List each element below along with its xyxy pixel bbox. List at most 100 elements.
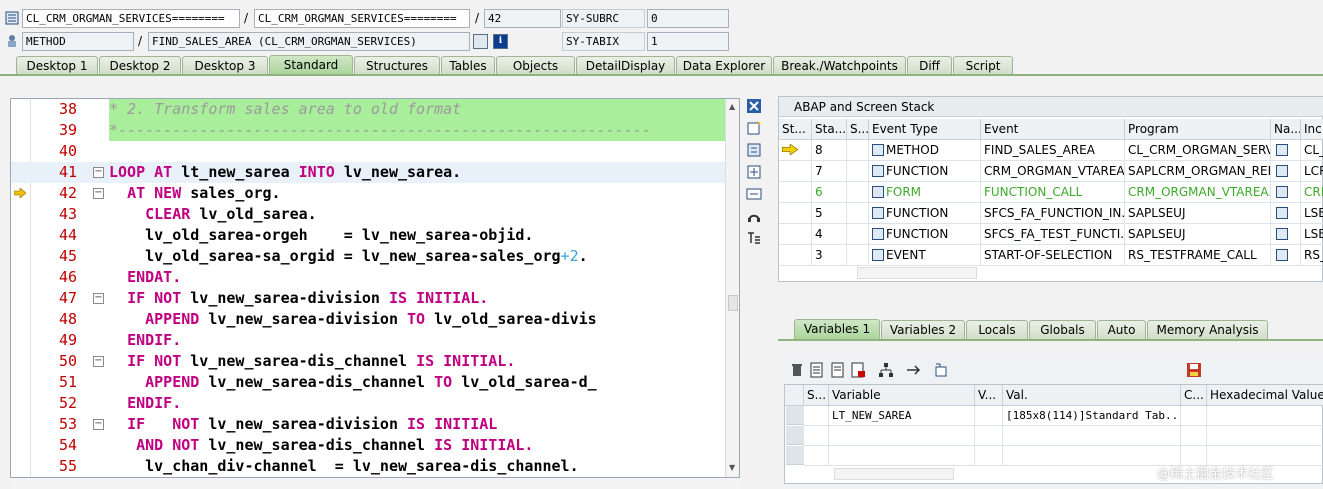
stack-event-cell[interactable]: FIND_SALES_AREA xyxy=(981,140,1125,161)
var-status-cell[interactable] xyxy=(804,446,829,466)
stack-column-header[interactable]: Program xyxy=(1125,119,1271,140)
stack-navigate-cell[interactable] xyxy=(1271,161,1301,182)
var-change-cell[interactable] xyxy=(1181,406,1207,426)
stack-include-cell[interactable]: LSE xyxy=(1301,224,1323,245)
code-line[interactable]: 54 AND NOT lv_new_sarea-dis_channel IS I… xyxy=(11,435,739,456)
row-selector[interactable] xyxy=(786,406,804,425)
stack-navigate-cell[interactable] xyxy=(1271,182,1301,203)
stack-level-cell[interactable]: 8 xyxy=(812,140,847,161)
tab-desktop-2[interactable]: Desktop 2 xyxy=(99,56,181,75)
var-value-cell[interactable] xyxy=(1003,426,1181,446)
tab-globals[interactable]: Globals xyxy=(1029,320,1096,340)
tab-script[interactable]: Script xyxy=(953,56,1013,75)
row-selector[interactable] xyxy=(786,426,804,445)
fold-toggle-icon[interactable]: − xyxy=(93,188,104,199)
navigate-icon[interactable] xyxy=(1276,228,1288,240)
navigate-icon[interactable] xyxy=(1276,249,1288,261)
code-line[interactable]: 51 APPEND lv_new_sarea-dis_channel TO lv… xyxy=(11,372,739,393)
stack-level-cell[interactable]: 6 xyxy=(812,182,847,203)
variables-column-header[interactable]: S... xyxy=(804,385,829,406)
tab-locals[interactable]: Locals xyxy=(966,320,1028,340)
stack-program-cell[interactable]: CRM_ORGMAN_VTAREA... xyxy=(1125,182,1271,203)
stack-active-cell[interactable] xyxy=(779,140,812,161)
var-status-cell[interactable] xyxy=(804,406,829,426)
code-line[interactable]: 47 − IF NOT lv_new_sarea-division IS INIT… xyxy=(11,288,739,309)
stack-include-cell[interactable]: LSE xyxy=(1301,203,1323,224)
variables-column-header[interactable]: V... xyxy=(975,385,1003,406)
stack-column-header[interactable]: Event xyxy=(981,119,1125,140)
var-hex-cell[interactable] xyxy=(1207,406,1323,426)
stack-screen-cell[interactable] xyxy=(847,224,869,245)
close-icon[interactable] xyxy=(746,98,762,114)
navigate-icon[interactable] xyxy=(1276,165,1288,177)
scroll-down-icon[interactable]: ▼ xyxy=(729,463,735,472)
stack-event-type-cell[interactable]: FUNCTION xyxy=(869,203,981,224)
stack-screen-cell[interactable] xyxy=(847,245,869,266)
delete-icon[interactable] xyxy=(789,362,805,378)
scroll-thumb[interactable] xyxy=(728,295,738,311)
stack-include-cell[interactable]: LCR xyxy=(1301,161,1323,182)
stack-level-cell[interactable]: 7 xyxy=(812,161,847,182)
var-version-cell[interactable] xyxy=(975,406,1003,426)
hierarchy-icon[interactable] xyxy=(878,362,894,378)
stack-program-cell[interactable]: SAPLCRM_ORGMAN_REP... xyxy=(1125,161,1271,182)
fold-toggle-icon[interactable]: − xyxy=(93,356,104,367)
tab-detaildisplay[interactable]: DetailDisplay xyxy=(576,56,675,75)
stack-program-cell[interactable]: CL_CRM_ORGMAN_SERV... xyxy=(1125,140,1271,161)
stack-program-cell[interactable]: RS_TESTFRAME_CALL xyxy=(1125,245,1271,266)
variables-column-header[interactable]: Variable xyxy=(829,385,975,406)
code-line[interactable]: 53 − IF NOT lv_new_sarea-division IS INIT… xyxy=(11,414,739,435)
var-version-cell[interactable] xyxy=(975,426,1003,446)
navigate-icon[interactable] xyxy=(1276,186,1288,198)
stack-event-cell[interactable]: SFCS_FA_FUNCTION_IN... xyxy=(981,203,1125,224)
code-line[interactable]: 43 CLEAR lv_old_sarea. xyxy=(11,204,739,225)
variables-column-header[interactable]: Val. xyxy=(1003,385,1181,406)
tab-objects[interactable]: Objects xyxy=(496,56,575,75)
display-source-icon[interactable] xyxy=(473,34,488,49)
stack-screen-cell[interactable] xyxy=(847,161,869,182)
stack-event-type-cell[interactable]: FORM xyxy=(869,182,981,203)
source-program-field[interactable]: CL_CRM_ORGMAN_SERVICES======== xyxy=(254,9,470,28)
sy-tabix-value[interactable]: 1 xyxy=(647,32,729,51)
select-all-corner[interactable] xyxy=(785,385,804,406)
var-name-cell[interactable] xyxy=(829,426,975,446)
scroll-up-icon[interactable]: ▲ xyxy=(729,102,735,111)
code-line[interactable]: 55 lv_chan_div-channel = lv_new_sarea-di… xyxy=(11,456,739,477)
var-name-cell[interactable]: LT_NEW_SAREA xyxy=(829,406,975,426)
row-selector[interactable] xyxy=(786,446,804,465)
info-icon[interactable]: i xyxy=(493,34,508,49)
var-value-cell[interactable] xyxy=(1003,446,1181,466)
stack-column-header[interactable]: St... xyxy=(779,119,812,140)
tab-variables-1[interactable]: Variables 1 xyxy=(794,319,880,340)
stack-active-cell[interactable] xyxy=(779,224,812,245)
stack-navigate-cell[interactable] xyxy=(1271,203,1301,224)
stack-column-header[interactable]: Sta... xyxy=(812,119,847,140)
stack-navigate-cell[interactable] xyxy=(1271,224,1301,245)
stack-level-cell[interactable]: 5 xyxy=(812,203,847,224)
stack-include-cell[interactable]: RS_ xyxy=(1301,245,1323,266)
stack-column-header[interactable]: Inc xyxy=(1301,119,1323,140)
fold-toggle-icon[interactable]: − xyxy=(93,419,104,430)
navigate-icon[interactable] xyxy=(1276,144,1288,156)
code-line[interactable]: 49 ENDIF. xyxy=(11,330,739,351)
stack-column-header[interactable]: S... xyxy=(847,119,869,140)
variables-horizontal-scrollbar[interactable] xyxy=(834,468,954,480)
event-name-field[interactable]: FIND_SALES_AREA (CL_CRM_ORGMAN_SERVICES) xyxy=(148,32,470,51)
editor-vertical-scrollbar[interactable]: ▲ ▼ xyxy=(725,99,739,477)
tab-standard[interactable]: Standard xyxy=(269,55,353,75)
stack-screen-cell[interactable] xyxy=(847,182,869,203)
code-line[interactable]: 39 *-------------------------------------… xyxy=(11,120,739,141)
stack-program-cell[interactable]: SAPLSEUJ xyxy=(1125,203,1271,224)
stack-column-header[interactable]: Event Type xyxy=(869,119,981,140)
detail-icon[interactable] xyxy=(809,362,825,378)
stack-screen-cell[interactable] xyxy=(847,203,869,224)
tab-data-explorer[interactable]: Data Explorer xyxy=(676,56,772,75)
var-status-cell[interactable] xyxy=(804,426,829,446)
stack-event-type-cell[interactable]: EVENT xyxy=(869,245,981,266)
code-line[interactable]: 46 ENDAT. xyxy=(11,267,739,288)
fold-toggle-icon[interactable]: − xyxy=(93,167,104,178)
stack-screen-cell[interactable] xyxy=(847,140,869,161)
stack-column-header[interactable]: Na... xyxy=(1271,119,1301,140)
tab-auto[interactable]: Auto xyxy=(1097,320,1146,340)
stack-level-cell[interactable]: 3 xyxy=(812,245,847,266)
